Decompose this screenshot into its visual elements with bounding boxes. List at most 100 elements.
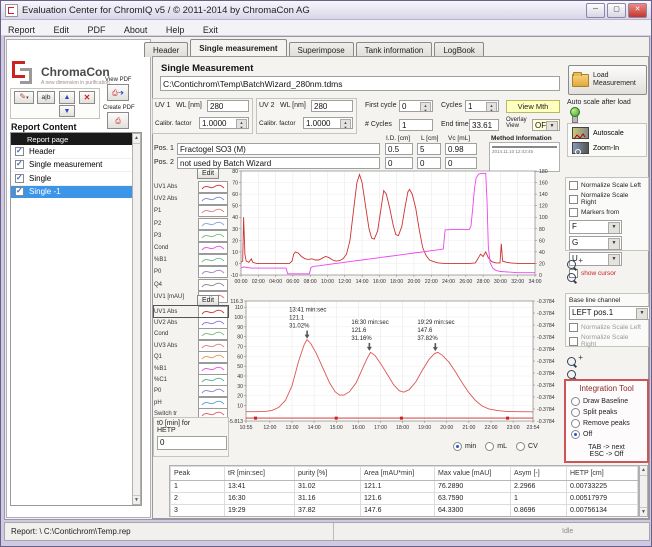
table-row[interactable]: 319:2937.82147.664.33000.86960.00756134 xyxy=(171,505,638,517)
off-radio[interactable] xyxy=(571,430,580,439)
maximize-button[interactable]: ▢ xyxy=(607,3,626,18)
legend-item[interactable]: P0 xyxy=(154,266,228,278)
split-peaks-radio[interactable] xyxy=(571,408,580,417)
unit-radio-min[interactable] xyxy=(453,442,462,451)
uv2-calibr-input[interactable]: 1.0000▲▼ xyxy=(303,117,353,129)
cycle-chromatogram-plot[interactable]: 10:5512:0013:0014:0015:0016:0017:0018:00… xyxy=(225,293,559,439)
row-checkbox[interactable] xyxy=(15,147,24,156)
report-row-single[interactable]: Single xyxy=(11,172,141,186)
legend-curve-swatch[interactable] xyxy=(198,193,228,205)
delete-page-button[interactable]: ✕ xyxy=(79,91,95,104)
baseline-normalize-right-checkbox[interactable] xyxy=(569,337,578,346)
legend-curve-swatch[interactable] xyxy=(198,351,228,363)
load-measurement-button[interactable]: Load Measurement xyxy=(568,65,647,95)
chart1-edit-button[interactable]: Edit xyxy=(197,168,219,179)
menu-help[interactable]: Help xyxy=(159,23,192,37)
spinner-buttons[interactable]: ▲▼ xyxy=(486,102,497,112)
legend-item[interactable]: Q4 xyxy=(154,279,228,291)
zoom-reset-button[interactable] xyxy=(567,269,576,287)
legend-item[interactable]: UV3 Abs xyxy=(154,340,228,351)
legend-curve-swatch[interactable] xyxy=(198,181,228,193)
unit-radio-cv[interactable] xyxy=(516,442,525,451)
markers-from-option[interactable]: Markers from xyxy=(566,206,648,217)
first-cycle-input[interactable]: 0▲▼ xyxy=(399,100,433,112)
legend-item[interactable]: Cond xyxy=(154,329,228,340)
num-cycles-input[interactable]: 1 xyxy=(399,119,433,131)
autoscale-after-load-toggle[interactable] xyxy=(570,107,579,121)
baseline-normalize-right-option[interactable]: Normalize Scale Right xyxy=(566,332,648,348)
uv1-wl-input[interactable]: 280 xyxy=(207,100,249,112)
legend-curve-swatch[interactable] xyxy=(198,363,228,375)
pos1-vc-input[interactable]: 0.98 xyxy=(445,143,477,155)
legend-curve-swatch[interactable] xyxy=(198,266,228,278)
report-tree-scrollbar[interactable]: ▲ ▼ xyxy=(132,133,141,505)
overview-chromatogram-plot[interactable]: 00:0002:0004:0006:0008:0010:0012:0014:00… xyxy=(227,166,559,290)
table-row[interactable]: 216:3031.16121.663.759010.00517979 xyxy=(171,493,638,505)
legend-item[interactable]: %B1 xyxy=(154,254,228,266)
close-button[interactable]: ✕ xyxy=(628,3,647,18)
integration-option-off[interactable]: Off xyxy=(566,428,647,439)
baseline-normalize-left-option[interactable]: Normalize Scale Left xyxy=(566,320,648,332)
menu-about[interactable]: About xyxy=(117,23,155,37)
minimize-button[interactable]: ─ xyxy=(586,3,605,18)
chevron-down-icon[interactable]: ▼ xyxy=(546,121,558,131)
unit-radio-ml[interactable] xyxy=(485,442,494,451)
normalize-left-option[interactable]: Normalize Scale Left xyxy=(566,178,648,190)
marker-dropdown-g[interactable]: G▼ xyxy=(569,236,622,250)
legend-curve-swatch[interactable] xyxy=(198,328,228,340)
legend-item[interactable]: P0 xyxy=(154,386,228,397)
autoscale-tool[interactable]: Autoscale xyxy=(568,124,646,140)
scroll-down-arrow[interactable]: ▼ xyxy=(133,495,140,504)
legend-item[interactable]: P3 xyxy=(154,230,228,242)
tab-single-measurement[interactable]: Single measurement xyxy=(190,39,286,57)
tab-tank-information[interactable]: Tank information xyxy=(356,42,433,57)
legend-curve-swatch[interactable] xyxy=(198,317,228,329)
legend-curve-swatch[interactable] xyxy=(198,279,228,291)
uv1-calibr-input[interactable]: 1.0000▲▼ xyxy=(199,117,249,129)
peaks-table-scrollbar[interactable]: ▲ ▼ xyxy=(639,465,648,517)
tab-header[interactable]: Header xyxy=(144,42,188,57)
menu-pdf[interactable]: PDF xyxy=(80,23,112,37)
menu-edit[interactable]: Edit xyxy=(46,23,76,37)
table-row[interactable]: 113:4131.02121.176.28902.29660.00733225 xyxy=(171,481,638,493)
pos1-l-input[interactable]: 5 xyxy=(417,143,441,155)
legend-item[interactable]: %B1 xyxy=(154,363,228,374)
report-row-single-measurement[interactable]: Single measurement xyxy=(11,159,141,173)
view-mth-button[interactable]: View Mth xyxy=(506,100,560,113)
legend-item-selected[interactable]: UV1 Abs xyxy=(154,306,228,317)
legend-item[interactable]: P1 xyxy=(154,205,228,217)
legend-item[interactable]: UV2 Abs xyxy=(154,193,228,205)
normalize-left-checkbox[interactable] xyxy=(569,181,578,190)
draw-baseline-radio[interactable] xyxy=(571,397,580,406)
spinner-buttons[interactable]: ▲▼ xyxy=(236,119,247,129)
chart2-edit-button[interactable]: Edit xyxy=(197,295,219,306)
cycles-input[interactable]: 1▲▼ xyxy=(465,100,499,112)
legend-curve-swatch[interactable] xyxy=(198,230,228,242)
row-checkbox[interactable] xyxy=(15,160,24,169)
tab-logbook[interactable]: LogBook xyxy=(434,42,484,57)
uv2-wl-input[interactable]: 280 xyxy=(311,100,353,112)
integration-option-remove-peaks[interactable]: Remove peaks xyxy=(566,417,647,428)
baseline-normalize-left-checkbox[interactable] xyxy=(569,323,578,332)
overlay-view-dropdown[interactable]: OFF▼ xyxy=(532,119,560,131)
move-down-button[interactable]: ▼ xyxy=(59,105,75,117)
remove-peaks-radio[interactable] xyxy=(571,419,580,428)
report-row-single-1[interactable]: Single -1 xyxy=(11,186,141,199)
normalize-right-checkbox[interactable] xyxy=(569,195,578,204)
chevron-down-icon[interactable]: ▼ xyxy=(636,308,648,320)
chevron-down-icon[interactable]: ▼ xyxy=(608,238,620,250)
row-checkbox[interactable] xyxy=(15,174,24,183)
view-pdf-button[interactable]: ⎙➔ xyxy=(107,84,129,101)
spinner-buttons[interactable]: ▲▼ xyxy=(340,119,351,129)
legend-item[interactable]: %C1 xyxy=(154,374,228,385)
create-pdf-button[interactable]: ⎙ xyxy=(107,112,129,129)
t0-input[interactable]: 0 xyxy=(157,436,227,450)
row-checkbox[interactable] xyxy=(15,187,24,196)
scroll-up-arrow[interactable]: ▲ xyxy=(133,134,140,144)
baseline-channel-dropdown[interactable]: LEFT pos.1▼ xyxy=(569,306,650,320)
legend-curve-swatch[interactable] xyxy=(198,205,228,217)
spinner-buttons[interactable]: ▲▼ xyxy=(420,102,431,112)
legend-item[interactable]: UV1 Abs xyxy=(154,181,228,193)
legend-curve-swatch[interactable] xyxy=(198,340,228,352)
legend-item[interactable]: Cond xyxy=(154,242,228,254)
